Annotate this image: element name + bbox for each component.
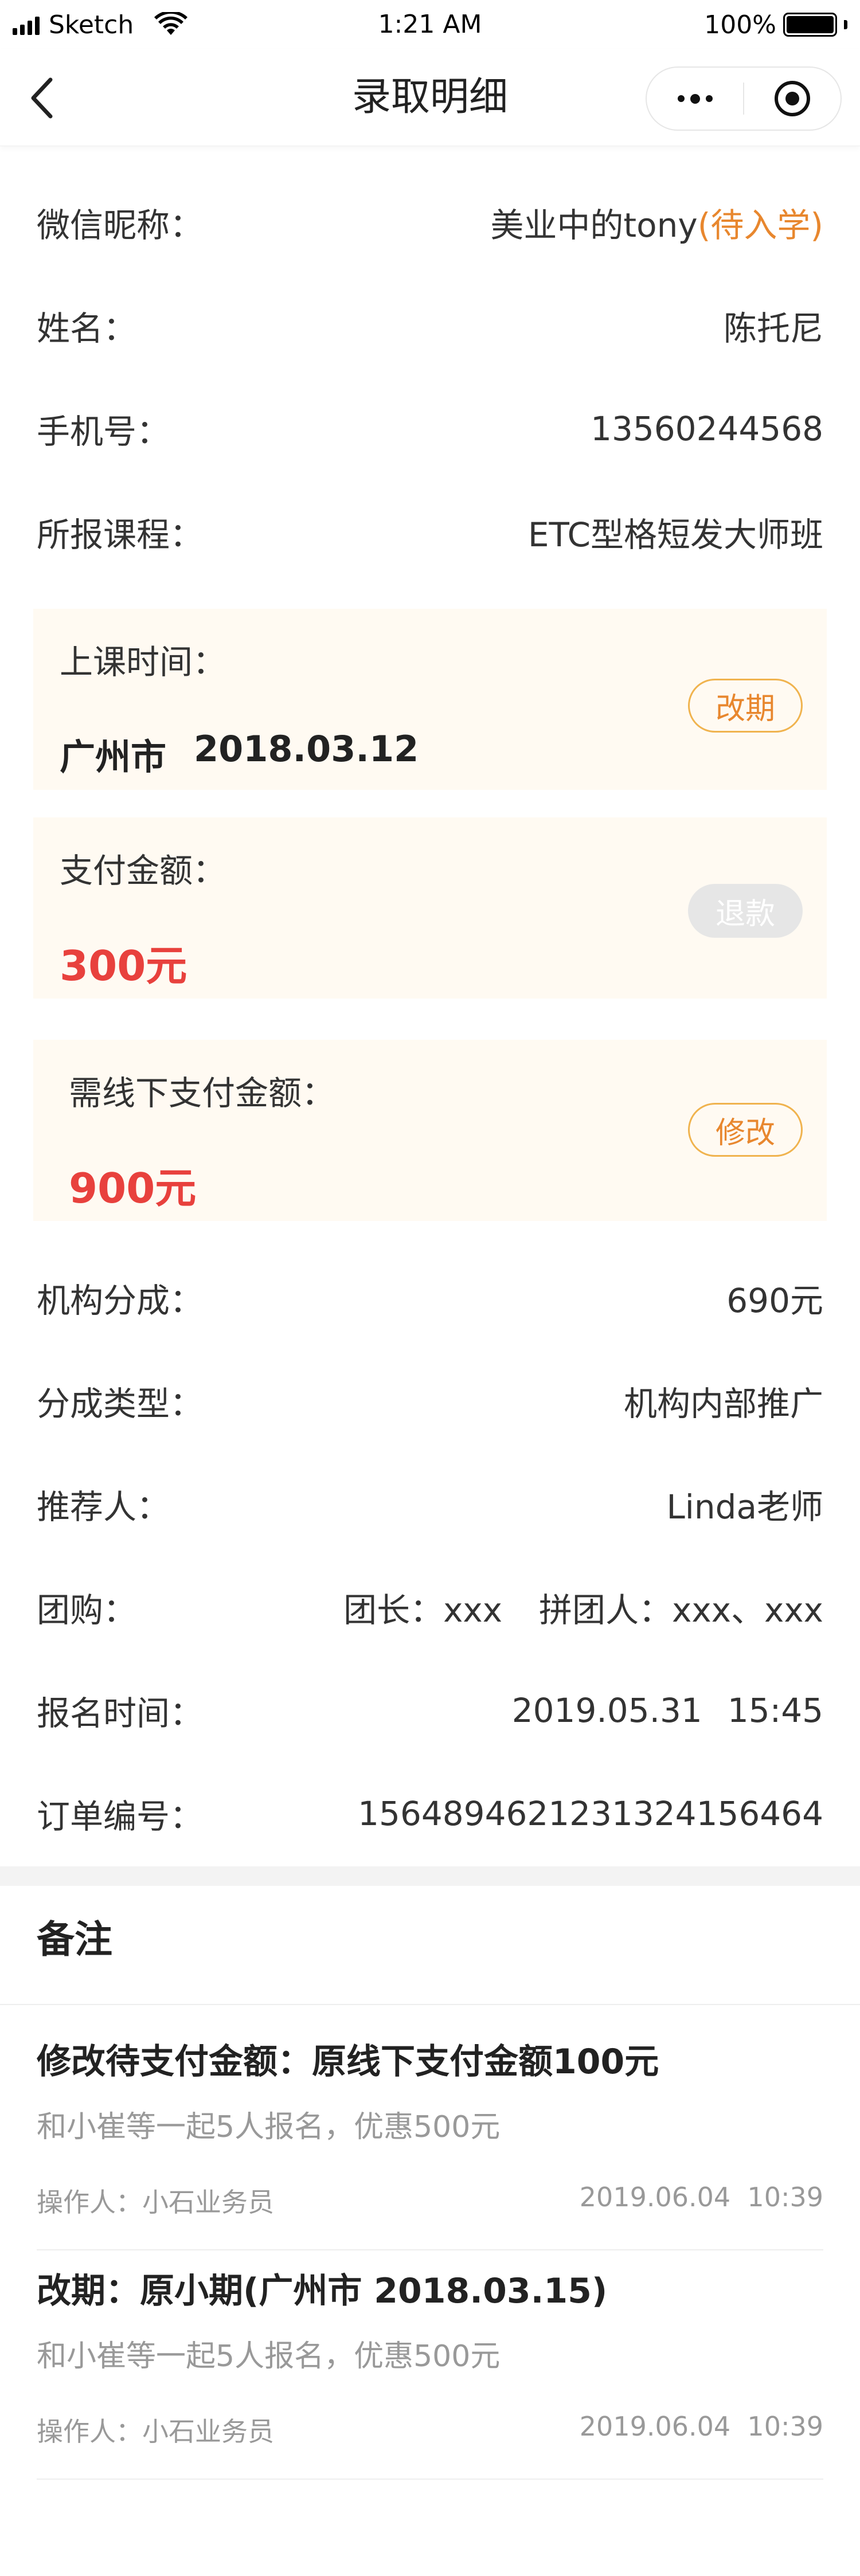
remarks-title-divider — [0, 2004, 860, 2005]
row-phone: 手机号： 13560244568 — [37, 394, 823, 463]
signup-time-label: 报名时间： — [37, 1694, 204, 1733]
share-type-label: 分成类型： — [37, 1384, 204, 1423]
institution-share-value: 690元 — [726, 1281, 823, 1320]
row-share-type: 分成类型： 机构内部推广 — [37, 1367, 823, 1435]
status-bar: Sketch 1:21 AM 100% — [0, 0, 860, 49]
course-label: 所报课程： — [37, 515, 204, 554]
close-program-button[interactable] — [744, 68, 841, 130]
referrer-value: Linda老师 — [666, 1487, 823, 1526]
referrer-label: 推荐人： — [37, 1487, 170, 1526]
remark-clock: 10:39 — [747, 2182, 823, 2213]
row-order-number: 订单编号： 1564894621231324156464 — [37, 1779, 823, 1848]
row-course: 所报课程： ETC型格短发大师班 — [37, 498, 823, 566]
more-dots-icon — [677, 93, 713, 104]
remark-title: 改期：原小期(广州市 2018.03.15) — [37, 2271, 608, 2311]
remark-item: 改期：原小期(广州市 2018.03.15) 和小崔等一起5人报名，优惠500元… — [37, 2263, 823, 2481]
group-buy-label: 团购： — [37, 1591, 137, 1630]
remark-clock: 10:39 — [747, 2411, 823, 2442]
remark-divider — [37, 2479, 823, 2480]
more-button[interactable] — [647, 68, 743, 130]
remark-desc: 和小崔等一起5人报名，优惠500元 — [37, 2339, 501, 2374]
remark-operator: 操作人：小石业务员 — [37, 2187, 274, 2218]
remark-divider — [37, 2249, 823, 2250]
order-number-value: 1564894621231324156464 — [358, 1794, 823, 1833]
nav-bar: 录取明细 — [0, 49, 860, 146]
battery-tip — [844, 20, 847, 29]
class-city: 广州市 — [60, 736, 167, 778]
remark-time-group: 2019.06.04 10:39 — [580, 2182, 823, 2213]
section-divider — [0, 1866, 860, 1886]
remarks-title: 备注 — [37, 1917, 112, 1962]
payment-amount: 300元 — [60, 942, 187, 990]
signup-date: 2019.05.31 — [511, 1691, 702, 1730]
name-label: 姓名： — [37, 309, 137, 348]
group-leader: 团长：xxx — [343, 1591, 503, 1630]
offline-payment-amount: 900元 — [69, 1164, 197, 1212]
group-members: 拼团人：xxx、xxx — [539, 1591, 823, 1630]
row-group-buy: 团购： 团长：xxx 拼团人：xxx、xxx — [37, 1573, 823, 1642]
share-type-value: 机构内部推广 — [623, 1384, 823, 1423]
payment-card: 支付金额： 300元 退款 — [33, 817, 827, 999]
group-buy-value-group: 团长：xxx 拼团人：xxx、xxx — [343, 1583, 823, 1631]
row-referrer: 推荐人： Linda老师 — [37, 1470, 823, 1538]
remark-item: 修改待支付金额：原线下支付金额100元 和小崔等一起5人报名，优惠500元 操作… — [37, 2034, 823, 2252]
class-time-card: 上课时间： 广州市 2018.03.12 改期 — [33, 609, 827, 790]
battery-icon — [783, 13, 837, 37]
signup-clock: 15:45 — [727, 1691, 823, 1730]
row-signup-time: 报名时间： 2019.05.31 15:45 — [37, 1676, 823, 1745]
enrollment-status: (待入学) — [697, 206, 823, 245]
remark-desc: 和小崔等一起5人报名，优惠500元 — [37, 2110, 501, 2144]
refund-button[interactable]: 退款 — [688, 884, 803, 938]
remark-title: 修改待支付金额：原线下支付金额100元 — [37, 2042, 659, 2082]
mini-program-capsule — [646, 66, 842, 131]
remark-operator: 操作人：小石业务员 — [37, 2416, 274, 2447]
institution-share-label: 机构分成： — [37, 1281, 204, 1320]
status-right: 100% — [704, 6, 847, 44]
remark-date: 2019.06.04 — [579, 2411, 731, 2442]
reschedule-button[interactable]: 改期 — [688, 679, 803, 733]
offline-payment-card: 需线下支付金额： 900元 修改 — [33, 1040, 827, 1221]
course-value: ETC型格短发大师班 — [527, 515, 823, 554]
signup-time-value-group: 2019.05.31 15:45 — [512, 1691, 823, 1730]
wechat-nickname-label: 微信昵称： — [37, 206, 204, 245]
row-name: 姓名： 陈托尼 — [37, 291, 823, 360]
row-wechat-nickname: 微信昵称： 美业中的tony(待入学) — [37, 188, 823, 257]
offline-payment-label: 需线下支付金额： — [69, 1074, 335, 1113]
phone-label: 手机号： — [37, 412, 170, 451]
battery-percent: 100% — [704, 10, 776, 40]
remark-date: 2019.06.04 — [579, 2182, 731, 2213]
wechat-nickname-value: 美业中的tony — [490, 206, 698, 245]
row-institution-share: 机构分成： 690元 — [37, 1263, 823, 1332]
class-date: 2018.03.12 — [194, 728, 419, 770]
remark-time-group: 2019.06.04 10:39 — [580, 2411, 823, 2442]
close-circle-icon — [775, 81, 810, 116]
name-value: 陈托尼 — [723, 309, 823, 348]
edit-amount-button[interactable]: 修改 — [688, 1103, 803, 1157]
payment-label: 支付金额： — [60, 851, 226, 890]
phone-value: 13560244568 — [591, 409, 823, 448]
wechat-nickname-value-group: 美业中的tony(待入学) — [490, 198, 823, 246]
order-number-label: 订单编号： — [37, 1797, 204, 1836]
class-time-label: 上课时间： — [60, 643, 226, 682]
